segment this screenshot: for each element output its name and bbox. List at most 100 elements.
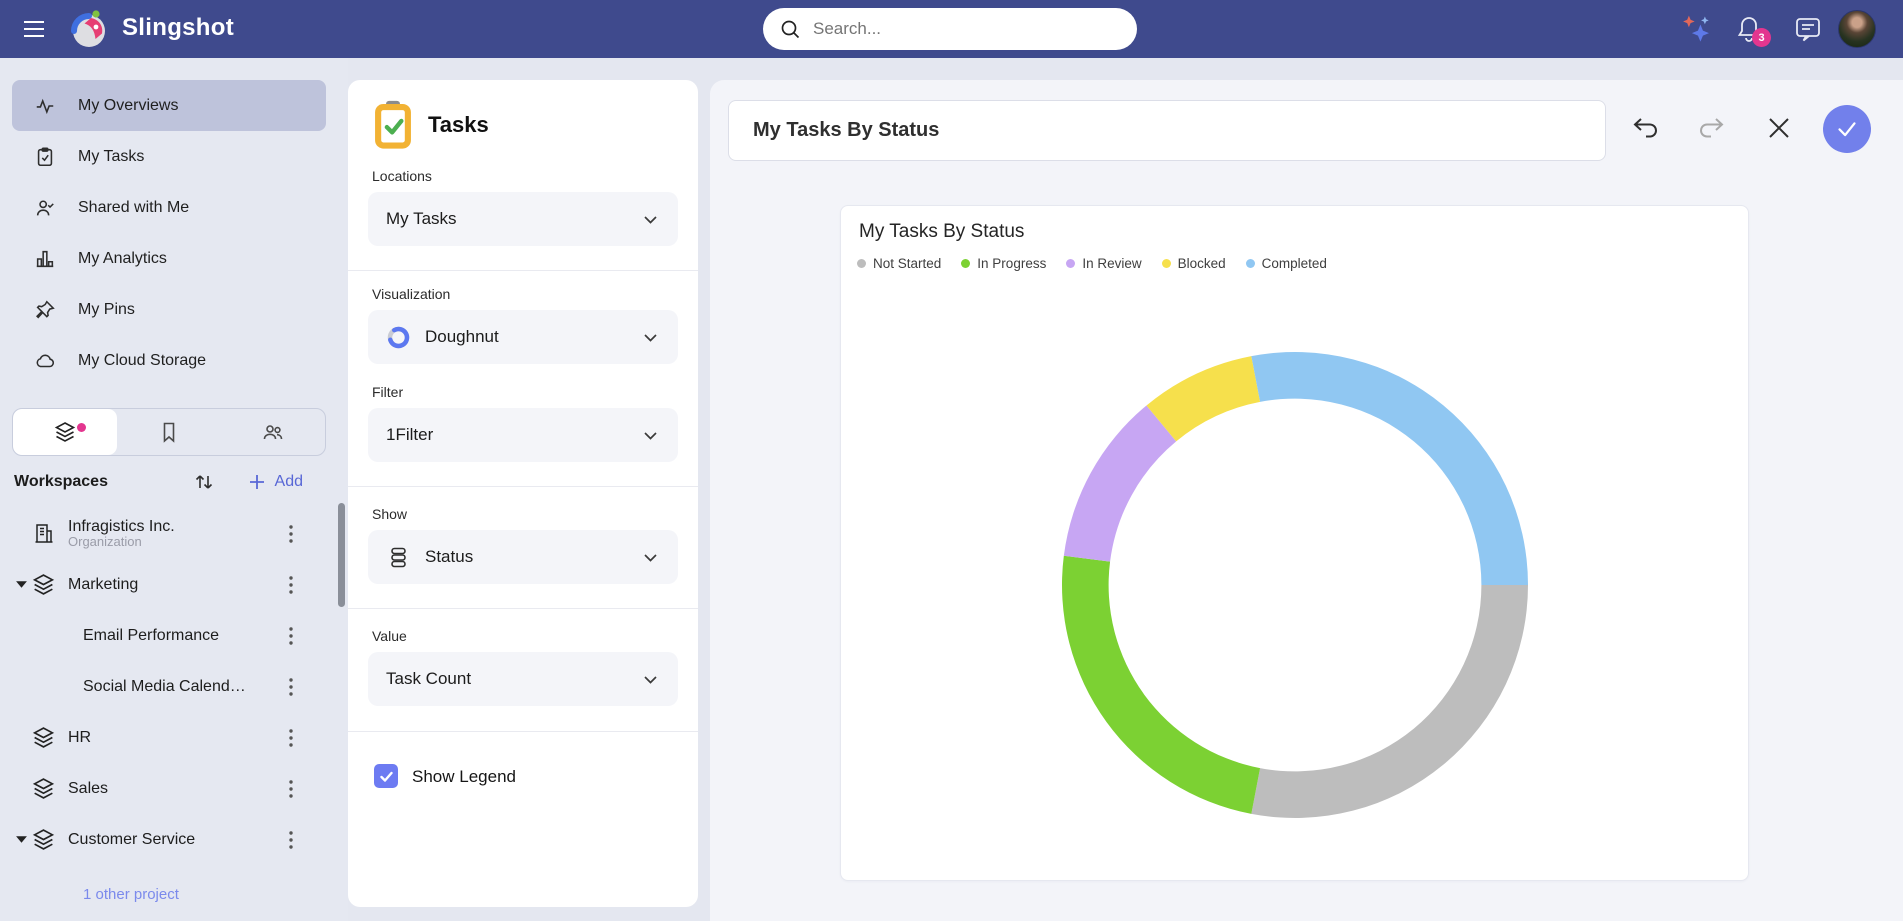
bar-chart-icon (34, 248, 56, 270)
panel-title: Tasks (428, 112, 489, 138)
visualization-select[interactable]: Doughnut (368, 310, 678, 364)
workspace-name: HR (68, 729, 91, 747)
close-button[interactable] (1765, 114, 1793, 142)
kebab-menu-icon[interactable] (283, 829, 299, 851)
locations-select[interactable]: My Tasks (368, 192, 678, 246)
caret-down-icon[interactable] (15, 578, 28, 591)
donut-segment-in-review[interactable] (1064, 405, 1176, 561)
visualization-label: Visualization (372, 286, 450, 302)
sidebar-item-label: My Cloud Storage (78, 352, 206, 370)
kebab-menu-icon[interactable] (283, 676, 299, 698)
chart-legend: Not Started In Progress In Review Blocked Co… (857, 256, 1327, 271)
workspace-row-organization[interactable]: Infragistics Inc. Organization (0, 508, 348, 559)
filter-label: Filter (372, 384, 403, 400)
chat-icon[interactable] (1792, 13, 1824, 45)
notification-badge: 3 (1752, 28, 1771, 47)
locations-label: Locations (372, 168, 432, 184)
layers-icon (31, 827, 56, 852)
visualization-editor-panel: Tasks Locations My Tasks Visualization D… (348, 80, 698, 907)
workspace-row-sales[interactable]: Sales (0, 763, 348, 814)
kebab-menu-icon[interactable] (283, 778, 299, 800)
caret-down-icon[interactable] (15, 833, 28, 846)
layers-icon (53, 420, 77, 444)
show-select[interactable]: Status (368, 530, 678, 584)
workspace-name: Marketing (68, 576, 138, 594)
filter-select[interactable]: 1Filter (368, 408, 678, 462)
stack-field-icon (386, 545, 411, 570)
visualization-title-input[interactable] (728, 100, 1606, 161)
kebab-menu-icon[interactable] (283, 727, 299, 749)
sidebar-item-label: My Overviews (78, 97, 178, 115)
sidebar-item-my-overviews[interactable]: My Overviews (12, 80, 326, 131)
sidebar-item-my-analytics[interactable]: My Analytics (12, 233, 326, 284)
undo-button[interactable] (1631, 114, 1659, 142)
tasks-clipboard-icon (372, 100, 414, 150)
legend-dot (961, 259, 970, 268)
sidebar-item-my-cloud-storage[interactable]: My Cloud Storage (12, 335, 326, 386)
chart-card: My Tasks By Status Not StartedIn Progres… (840, 205, 1749, 881)
sidebar-item-label: Shared with Me (78, 199, 189, 217)
workspace-name: Customer Service (68, 831, 195, 849)
sidebar-item-my-tasks[interactable]: My Tasks (12, 131, 326, 182)
kebab-menu-icon[interactable] (283, 574, 299, 596)
workspace-subtitle: Organization (68, 535, 175, 549)
search-input[interactable] (813, 19, 1121, 39)
kebab-menu-icon[interactable] (283, 523, 299, 545)
donut-segment-in-progress[interactable] (1062, 556, 1260, 814)
kebab-menu-icon[interactable] (283, 625, 299, 647)
pin-icon (34, 299, 56, 321)
legend-item[interactable]: In Review (1066, 256, 1141, 271)
sidebar: My Overviews My Tasks Shared with Me My … (0, 58, 348, 921)
donut-segment-not-started[interactable] (1251, 585, 1528, 818)
more-projects-link[interactable]: 1 other project (83, 886, 179, 903)
tab-teams[interactable] (221, 409, 325, 455)
project-row-social-media-calendar[interactable]: Social Media Calend… (0, 661, 348, 712)
bookmark-icon (157, 420, 181, 444)
show-legend-checkbox[interactable] (374, 764, 398, 788)
active-dot (77, 423, 86, 432)
workspace-row-customer-service[interactable]: Customer Service (0, 814, 348, 865)
divider (348, 486, 698, 487)
legend-item[interactable]: Not Started (857, 256, 941, 271)
sidebar-item-my-pins[interactable]: My Pins (12, 284, 326, 335)
layers-icon (31, 725, 56, 750)
hamburger-menu-icon[interactable] (20, 15, 48, 43)
people-icon (261, 420, 285, 444)
sidebar-tabs (12, 408, 326, 456)
chevron-down-icon (641, 426, 660, 445)
ai-sparkles-icon[interactable] (1680, 13, 1712, 45)
legend-item[interactable]: Blocked (1162, 256, 1226, 271)
tab-workspaces[interactable] (13, 409, 117, 455)
workspace-row-hr[interactable]: HR (0, 712, 348, 763)
show-label: Show (372, 506, 407, 522)
sidebar-item-shared-with-me[interactable]: Shared with Me (12, 182, 326, 233)
legend-dot (1162, 259, 1171, 268)
chevron-down-icon (641, 548, 660, 567)
chevron-down-icon (641, 670, 660, 689)
divider (348, 270, 698, 271)
legend-item[interactable]: In Progress (961, 256, 1046, 271)
chevron-down-icon (641, 210, 660, 229)
brand-title: Slingshot (122, 14, 234, 42)
workspaces-title: Workspaces (14, 473, 191, 491)
workspace-name: Sales (68, 780, 108, 798)
layers-icon (31, 776, 56, 801)
sort-icon[interactable] (191, 469, 217, 495)
workspace-row-marketing[interactable]: Marketing (0, 559, 348, 610)
user-avatar[interactable] (1838, 10, 1876, 48)
layers-icon (31, 572, 56, 597)
donut-segment-completed[interactable] (1251, 352, 1528, 585)
search-bar[interactable] (763, 8, 1137, 50)
legend-item[interactable]: Completed (1246, 256, 1327, 271)
workspace-name: Infragistics Inc. Organization (68, 518, 175, 550)
value-select[interactable]: Task Count (368, 652, 678, 706)
add-workspace-button[interactable]: Add (247, 472, 303, 492)
redo-button[interactable] (1698, 114, 1726, 142)
value-label: Value (372, 628, 407, 644)
sidebar-scrollbar-thumb[interactable] (338, 503, 345, 607)
chevron-down-icon (641, 328, 660, 347)
tab-bookmarks[interactable] (117, 409, 221, 455)
confirm-button[interactable] (1823, 105, 1871, 153)
add-label: Add (275, 473, 303, 491)
project-row-email-performance[interactable]: Email Performance (0, 610, 348, 661)
